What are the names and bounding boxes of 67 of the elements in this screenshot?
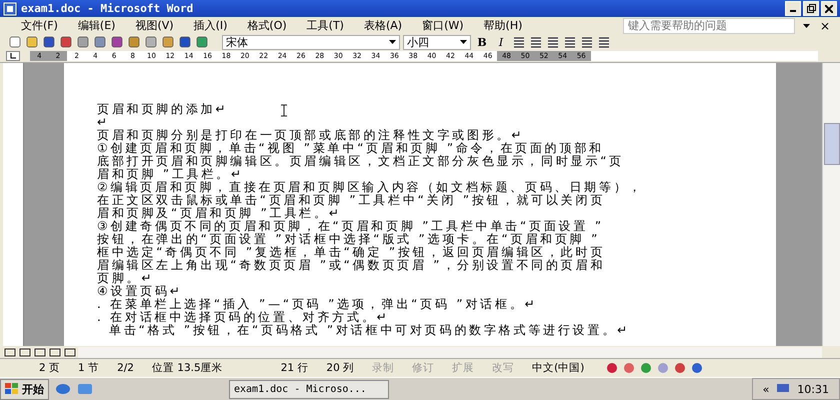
restore-button[interactable]: [803, 1, 819, 16]
status-item: 中文(中国): [531, 361, 586, 375]
document-icon: [3, 2, 17, 16]
menu-item[interactable]: 表格(A): [354, 18, 412, 33]
view-mode-icon[interactable]: [18, 346, 32, 358]
status-item: 修订: [411, 361, 436, 375]
document-paragraph: 页眉和页脚的添加↵: [97, 103, 228, 116]
menu-item[interactable]: 插入(I): [184, 18, 236, 33]
status-item: 扩展: [451, 361, 476, 375]
close-button[interactable]: [821, 1, 837, 16]
font-size-dropdown[interactable]: 小四: [403, 34, 471, 50]
minimize-icon: [790, 10, 796, 12]
taskbar-window-button[interactable]: exam1.doc - Microso...: [229, 380, 389, 398]
show-hidden-icons-button[interactable]: «: [762, 382, 770, 396]
font-dropdown[interactable]: 宋体: [222, 34, 400, 50]
status-item: 21 行: [280, 361, 310, 375]
document-paragraph: . 在对话框中选择页码的位置、对齐方式。↵: [97, 311, 390, 324]
document-paragraph: 单击“格式 ”按钮，在“页码格式 ”对话框中可对页码的数字格式等进行设置。↵: [108, 324, 630, 337]
start-button[interactable]: 开始: [0, 378, 49, 400]
language-bar-icon[interactable]: [622, 361, 636, 375]
clock: 10:31: [797, 382, 829, 396]
restore-icon: [806, 4, 816, 13]
dropdown-arrow-icon: [389, 40, 396, 44]
window-title: exam1.doc - Microsoft Word: [21, 2, 194, 15]
align-icon[interactable]: [512, 35, 526, 49]
text-cursor-icon: [280, 104, 288, 117]
menu-item[interactable]: 格式(O): [238, 18, 296, 33]
dropdown-arrow-icon[interactable]: [802, 24, 810, 28]
italic-button[interactable]: I: [493, 36, 509, 48]
view-mode-icon[interactable]: [48, 346, 62, 358]
view-mode-icon[interactable]: [3, 346, 17, 358]
status-item: 2/2: [116, 362, 135, 374]
language-bar-icon[interactable]: [605, 361, 620, 375]
document-paragraph: . 在菜单栏上选择“插入 ”—“页码 ”选项，弹出“页码 ”对话框。↵: [97, 298, 538, 311]
menu-item[interactable]: 工具(T): [298, 18, 353, 33]
status-item: 2 页: [38, 361, 62, 375]
help-search-field[interactable]: 键入需要帮助的问题: [622, 18, 795, 34]
language-bar-icon[interactable]: [690, 361, 704, 375]
document-paragraph: ③创建奇偶页不同的页眉和页脚，在“页眉和页脚 ”工具栏中单击“页面设置 ” 按钮，在弹出的“页面设置 ”对话框中选择“版式 ”选项卡。在“页眉和页脚 ” 框中选定“奇偶页不同 ”复选框，单击“确定 ”按钮，返回页眉编辑区，此时页 眉编辑区左上角出现“奇数页页眉 ”或“偶数页页眉 ”，分别设置不同的页眉和 页脚。↵: [97, 220, 606, 285]
dropdown-arrow-icon: [460, 40, 467, 44]
document-paragraph: 页眉和页脚分别是打印在一页顶部或底部的注释性文字或图形。↵: [97, 129, 524, 142]
bold-button[interactable]: B: [474, 36, 490, 48]
language-bar-icon[interactable]: [673, 361, 688, 375]
document-paragraph: ②编辑页眉和页脚，直接在页眉和页脚区输入内容（如文档标题、页码、日期等）， 在正文区双击鼠标或单击“页眉和页脚 ”工具栏中“关闭 ”按钮，就可以关闭页 眉和页脚及“页眉和页脚 ”工具栏。↵: [97, 181, 644, 220]
status-item: 改写: [491, 361, 516, 375]
document-paragraph: ④设置页码↵: [97, 285, 183, 298]
horizontal-scrollbar[interactable]: [78, 346, 822, 358]
tab-selector-icon[interactable]: [6, 51, 20, 61]
view-mode-icon[interactable]: [33, 346, 47, 358]
close-icon: [825, 4, 833, 12]
status-item: 录制: [371, 361, 396, 375]
windows-logo-icon: [5, 383, 19, 395]
menu-item[interactable]: 编辑(E): [68, 18, 124, 33]
language-bar-icon[interactable]: [639, 361, 654, 375]
menu-item[interactable]: 帮助(H): [474, 18, 532, 33]
close-document-button[interactable]: ×: [820, 18, 830, 32]
menu-item[interactable]: 文件(F): [12, 18, 67, 33]
status-item: 20 列: [325, 361, 356, 375]
view-mode-icon[interactable]: [63, 346, 77, 358]
status-item: 位置 13.5厘米: [150, 361, 224, 375]
menu-item[interactable]: 视图(V): [126, 18, 183, 33]
document-paragraph: ↵: [97, 116, 110, 129]
minimize-button[interactable]: [785, 1, 801, 16]
menu-item[interactable]: 窗口(W): [413, 18, 473, 33]
status-item: 1 节: [77, 361, 100, 375]
vertical-scrollbar[interactable]: [822, 63, 840, 346]
document-paragraph: ①创建页眉和页脚，单击“视图 ”菜单中“页眉和页脚 ”命令，在页面的顶部和 底部打开页眉和页脚编辑区。页眉编辑区，文档正文部分灰色显示，同时显示“页 眉和页脚 ”工具栏。↵: [97, 142, 624, 181]
